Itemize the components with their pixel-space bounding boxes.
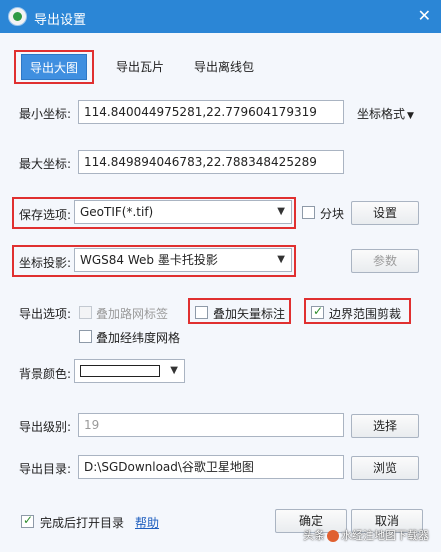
select-level-button[interactable]: 选择 xyxy=(351,414,419,438)
browse-button[interactable]: 浏览 xyxy=(351,456,419,480)
vector-labels-label: 叠加矢量标注 xyxy=(213,307,286,321)
export-options-label: 导出选项: xyxy=(19,307,72,321)
export-level-label: 导出级别: xyxy=(19,420,72,434)
latlng-grid-label: 叠加经纬度网格 xyxy=(96,331,181,345)
max-coordinate-label: 最大坐标: xyxy=(19,157,72,171)
color-swatch xyxy=(80,365,160,377)
export-directory-label: 导出目录: xyxy=(19,462,72,476)
road-labels-checkbox[interactable] xyxy=(79,306,92,319)
open-after-checkbox[interactable] xyxy=(21,513,34,528)
save-format-select[interactable]: GeoTIF(*.tif) ▼ xyxy=(74,200,292,224)
projection-value: WGS84 Web 墨卡托投影 xyxy=(80,253,218,267)
watermark-prefix: 头条 xyxy=(303,529,325,542)
latlng-grid-checkbox[interactable] xyxy=(79,330,92,343)
coordinate-format-menu[interactable]: 坐标格式 ▼ xyxy=(357,105,414,122)
parameters-button[interactable]: 参数 xyxy=(351,249,419,273)
watermark: 头条 水经注地图下载器 xyxy=(303,527,429,543)
vector-labels-checkbox[interactable] xyxy=(195,306,208,319)
dropdown-arrow-icon: ▼ xyxy=(407,111,414,121)
chevron-down-icon: ▼ xyxy=(277,254,285,265)
window-title: 导出设置 xyxy=(34,13,87,28)
dialog-body: 导出大图 导出瓦片 导出离线包 最小坐标: 114.840044975281,2… xyxy=(0,33,441,552)
min-coordinate-input[interactable]: 114.840044975281,22.779604179319 xyxy=(78,100,344,124)
save-format-value: GeoTIF(*.tif) xyxy=(80,205,154,219)
boundary-clip-label: 边界范围剪裁 xyxy=(329,307,402,321)
split-checkbox[interactable] xyxy=(302,206,315,219)
split-label: 分块 xyxy=(320,207,345,221)
tab-export-tiles[interactable]: 导出瓦片 xyxy=(104,54,176,80)
settings-button[interactable]: 设置 xyxy=(351,201,419,225)
projection-select[interactable]: WGS84 Web 墨卡托投影 ▼ xyxy=(74,248,292,272)
watermark-logo-icon xyxy=(327,530,339,542)
road-labels-label: 叠加路网标签 xyxy=(96,307,169,321)
export-level-input[interactable]: 19 xyxy=(78,413,344,437)
background-color-select[interactable]: ▼ xyxy=(74,359,185,383)
chevron-down-icon: ▼ xyxy=(277,206,285,217)
projection-label: 坐标投影: xyxy=(19,256,72,270)
highlight-tab-export-large-image xyxy=(14,50,94,84)
max-coordinate-input[interactable]: 114.849894046783,22.788348425289 xyxy=(78,150,344,174)
chevron-down-icon: ▼ xyxy=(170,365,178,376)
save-options-label: 保存选项: xyxy=(19,208,72,222)
coordinate-format-label: 坐标格式 xyxy=(357,107,406,121)
watermark-suffix: 水经注地图下载器 xyxy=(341,529,429,542)
close-icon[interactable]: ✕ xyxy=(418,6,431,25)
title-bar: 导出设置 ✕ xyxy=(0,0,441,33)
background-color-label: 背景颜色: xyxy=(19,367,72,381)
export-directory-input[interactable]: D:\SGDownload\谷歌卫星地图 xyxy=(78,455,344,479)
min-coordinate-label: 最小坐标: xyxy=(19,107,72,121)
open-after-label: 完成后打开目录 xyxy=(40,516,125,530)
boundary-clip-checkbox[interactable] xyxy=(311,304,324,319)
help-link[interactable]: 帮助 xyxy=(135,514,159,531)
tab-export-offline-package[interactable]: 导出离线包 xyxy=(184,54,264,80)
app-globe-icon xyxy=(8,7,27,26)
